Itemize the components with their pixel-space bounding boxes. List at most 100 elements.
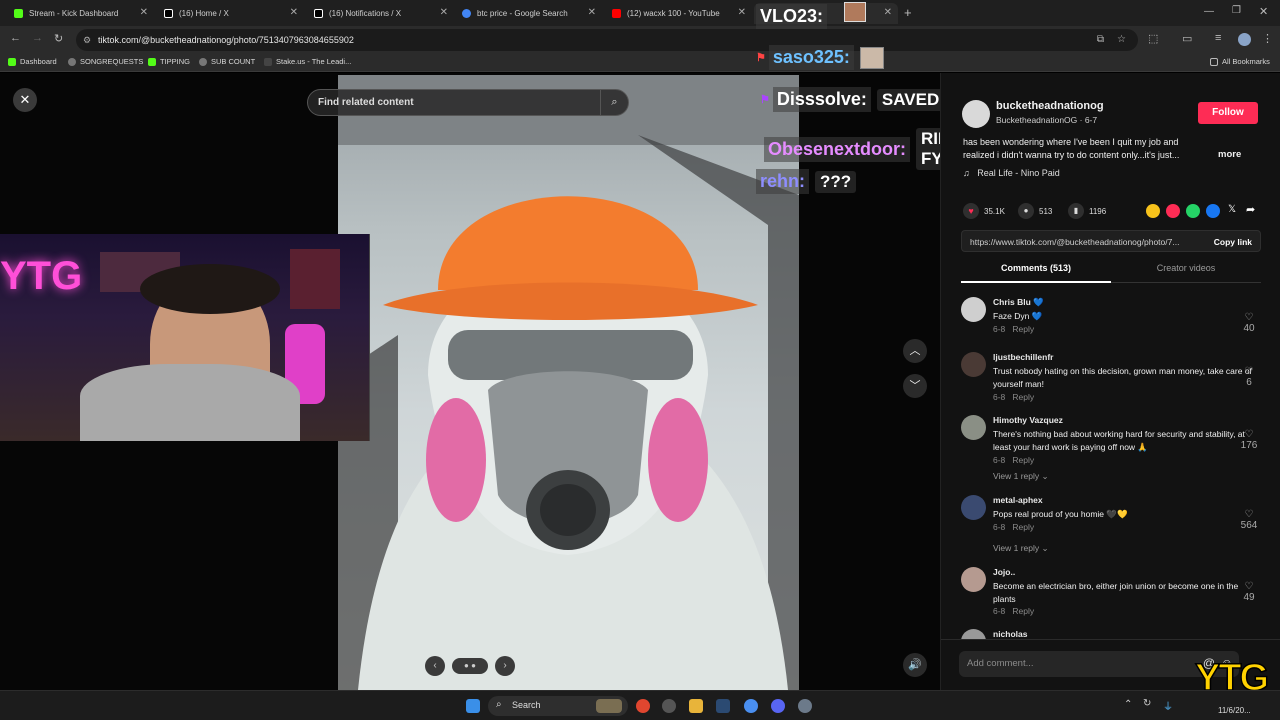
comment-avatar[interactable] — [961, 567, 986, 592]
send-icon[interactable] — [1166, 204, 1180, 218]
reply-link[interactable]: Reply — [1012, 392, 1034, 402]
back-icon[interactable]: ← — [10, 32, 21, 44]
bookmark-star-icon[interactable]: ☆ — [1117, 29, 1126, 51]
windows-start-icon[interactable] — [466, 699, 480, 713]
extensions-icon[interactable]: ⬚ — [1148, 32, 1158, 45]
site-info-icon[interactable]: ⚙ — [83, 29, 91, 51]
comment-like[interactable]: ♡ 6 — [1237, 366, 1261, 388]
search-box[interactable]: Find related content ⌕ — [307, 89, 629, 116]
close-tab-icon[interactable]: ✕ — [738, 7, 746, 18]
comment-stat[interactable]: ● 513 — [1018, 203, 1052, 219]
comment-author[interactable]: ljustbechillenfr — [993, 352, 1053, 362]
bookmark-stake[interactable]: Stake.us - The Leadi... — [264, 57, 351, 66]
reply-link[interactable]: Reply — [1012, 606, 1034, 616]
photo-next-icon[interactable]: › — [495, 656, 515, 676]
tab-youtube[interactable]: (12) wacxk 100 - YouTube ✕ — [602, 3, 752, 24]
comment-avatar[interactable] — [961, 297, 986, 322]
close-tab-icon[interactable]: ✕ — [290, 7, 298, 18]
creator-username[interactable]: bucketheadnationog — [996, 100, 1104, 112]
like-stat[interactable]: ♥ 35.1K — [963, 203, 1005, 219]
chat-message: ??? — [815, 170, 857, 193]
close-tab-icon[interactable]: ✕ — [588, 7, 596, 18]
address-bar[interactable]: ⚙ tiktok.com/@bucketheadnationog/photo/7… — [76, 29, 1138, 51]
settings-icon[interactable] — [798, 699, 812, 713]
bookmark-icon: ▮ — [1068, 203, 1084, 219]
file-explorer-icon[interactable] — [689, 699, 703, 713]
x-share-icon[interactable]: 𝕏 — [1228, 204, 1236, 215]
tray-chevron-icon[interactable]: ⌃ — [1124, 699, 1132, 710]
close-tab-icon[interactable]: ✕ — [140, 7, 148, 18]
comment-date: 6-8 — [993, 522, 1006, 532]
tab-google-search[interactable]: btc price - Google Search ✕ — [452, 3, 602, 24]
reply-link[interactable]: Reply — [1012, 522, 1034, 532]
comment-author[interactable]: Himothy Vazquez — [993, 415, 1063, 425]
copy-link-button[interactable]: Copy link — [1214, 237, 1252, 247]
facebook-icon[interactable] — [1206, 204, 1220, 218]
maximize-icon[interactable]: ❐ — [1232, 5, 1241, 16]
bookmark-tipping[interactable]: TIPPING — [148, 57, 190, 66]
comment-author[interactable]: Chris Blu 💙 — [993, 297, 1044, 308]
comment-avatar[interactable] — [961, 415, 986, 440]
discord-icon[interactable] — [771, 699, 785, 713]
comment-author[interactable]: nicholas — [993, 629, 1027, 639]
photo-prev-icon[interactable]: ‹ — [425, 656, 445, 676]
comment-avatar[interactable] — [961, 495, 986, 520]
close-window-icon[interactable]: ✕ — [1259, 5, 1268, 18]
caption-more-link[interactable]: more — [1218, 149, 1241, 160]
next-post-icon[interactable]: ﹀ — [903, 374, 927, 398]
minimize-icon[interactable]: — — [1204, 6, 1214, 17]
comment-like[interactable]: ♡ 49 — [1237, 581, 1261, 603]
tab-x-home[interactable]: (16) Home / X ✕ — [154, 3, 304, 24]
volume-icon[interactable]: 🔊 — [903, 653, 927, 677]
forward-icon[interactable]: → — [32, 32, 43, 44]
post-photo[interactable] — [338, 75, 799, 690]
profile-avatar[interactable] — [1238, 33, 1251, 46]
close-tab-icon[interactable]: ✕ — [884, 7, 892, 18]
comment-avatar[interactable] — [961, 352, 986, 377]
comment-avatar[interactable] — [961, 629, 986, 639]
obs-icon[interactable] — [662, 699, 676, 713]
cast-icon[interactable]: ▭ — [1182, 32, 1192, 45]
previous-post-icon[interactable]: ︿ — [903, 339, 927, 363]
whatsapp-icon[interactable] — [1186, 204, 1200, 218]
chrome-icon[interactable] — [636, 699, 650, 713]
follow-button[interactable]: Follow — [1198, 102, 1258, 124]
media-icon[interactable]: ≡ — [1215, 32, 1221, 44]
taskbar-search[interactable]: ⌕ Search — [488, 696, 628, 716]
bookmark-songrequests[interactable]: SONGREQUESTS — [68, 57, 143, 66]
bookmark-sub-count[interactable]: SUB COUNT — [199, 57, 255, 66]
all-bookmarks[interactable]: All Bookmarks — [1210, 57, 1270, 66]
post-link[interactable]: https://www.tiktok.com/@bucketheadnation… — [970, 237, 1179, 247]
reply-link[interactable]: Reply — [1012, 455, 1034, 465]
install-icon[interactable]: ⧉ — [1097, 29, 1104, 51]
new-tab-icon[interactable]: + — [904, 5, 912, 20]
tray-mic-icon[interactable]: ⏚ — [1163, 698, 1173, 713]
reload-icon[interactable]: ↻ — [54, 32, 63, 45]
share-arrow-icon[interactable]: ➦ — [1246, 203, 1255, 216]
tab-comments[interactable]: Comments (513) — [961, 263, 1111, 283]
menu-icon[interactable]: ⋮ — [1262, 32, 1273, 45]
chat-username: VLO23: — [756, 4, 828, 29]
view-replies-link[interactable]: View 1 reply ⌄ — [993, 543, 1049, 554]
chrome-alt-icon[interactable] — [744, 699, 758, 713]
bookmark-dashboard[interactable]: Dashboard — [8, 57, 57, 66]
search-icon[interactable]: ⌕ — [600, 90, 628, 115]
tab-kick-dashboard[interactable]: Stream - Kick Dashboard ✕ — [4, 3, 154, 24]
save-stat[interactable]: ▮ 1196 — [1068, 203, 1106, 219]
steam-icon[interactable] — [716, 699, 730, 713]
comment-like[interactable]: ♡ 564 — [1237, 509, 1261, 531]
embed-icon[interactable] — [1146, 204, 1160, 218]
close-tab-icon[interactable]: ✕ — [440, 7, 448, 18]
comment-author[interactable]: metal-aphex — [993, 495, 1043, 505]
tab-x-notifications[interactable]: (16) Notifications / X ✕ — [304, 3, 454, 24]
view-replies-link[interactable]: View 1 reply ⌄ — [993, 471, 1049, 482]
comment-like[interactable]: ♡ 40 — [1237, 312, 1261, 334]
comment-like[interactable]: ♡ 176 — [1237, 429, 1261, 451]
close-icon[interactable]: ✕ — [13, 88, 37, 112]
tray-sync-icon[interactable]: ↻ — [1143, 698, 1151, 709]
comment-author[interactable]: Jojo.. — [993, 567, 1015, 577]
reply-link[interactable]: Reply — [1012, 324, 1034, 334]
music-row[interactable]: ♫ Real Life - Nino Paid — [963, 168, 1060, 178]
creator-avatar[interactable] — [962, 100, 990, 128]
tab-creator-videos[interactable]: Creator videos — [1111, 263, 1261, 283]
